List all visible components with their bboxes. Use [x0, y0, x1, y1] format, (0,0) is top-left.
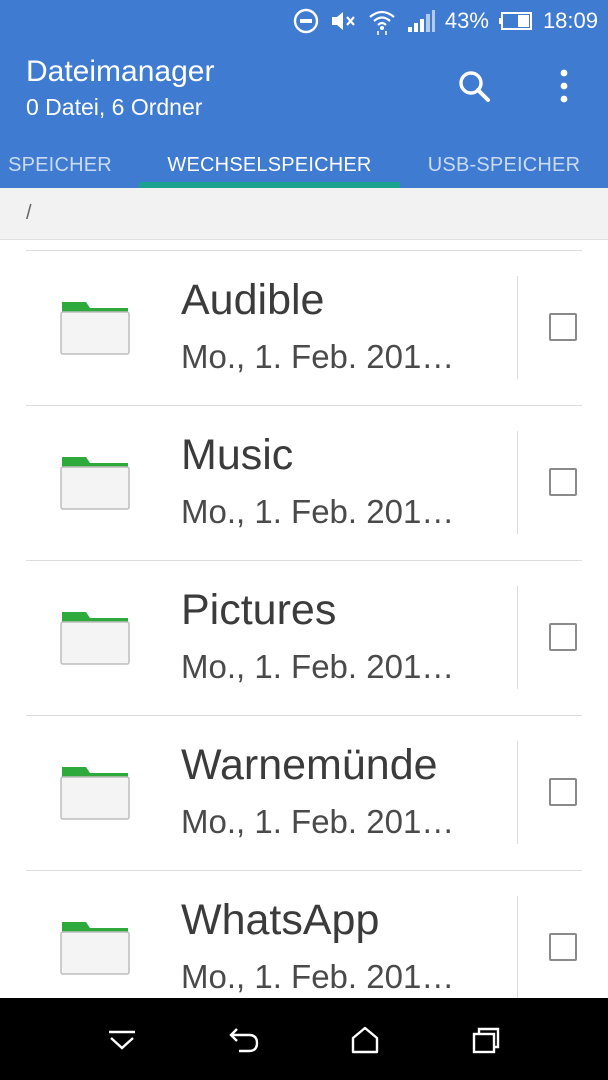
folder-icon [60, 922, 130, 975]
file-name: Music [181, 431, 294, 479]
file-date: Mo., 1. Feb. 201… [181, 648, 455, 685]
row-separator [26, 715, 582, 716]
back-icon [229, 1028, 259, 1053]
overflow-menu-icon [560, 69, 568, 103]
back-button[interactable] [222, 1018, 266, 1062]
app-subtitle: 0 Datei, 6 Ordner [26, 94, 203, 120]
row-divider [517, 586, 518, 689]
app-bar: Dateimanager 0 Datei, 6 Ordner SPEICHER … [0, 42, 608, 188]
select-checkbox[interactable] [549, 468, 577, 496]
dnd-icon [293, 8, 319, 34]
search-button[interactable] [452, 64, 496, 108]
breadcrumb-path: / [26, 202, 32, 224]
list-item[interactable]: Music Mo., 1. Feb. 201… [0, 405, 608, 560]
hide-nav-icon [109, 1030, 135, 1050]
list-item[interactable]: Pictures Mo., 1. Feb. 201… [0, 560, 608, 715]
recents-icon [472, 1027, 500, 1054]
file-date: Mo., 1. Feb. 201… [181, 803, 455, 840]
breadcrumb[interactable]: / [0, 188, 608, 240]
file-date: Mo., 1. Feb. 201… [181, 493, 455, 530]
app-title: Dateimanager [26, 55, 215, 88]
tab-speicher[interactable]: SPEICHER [0, 142, 120, 188]
navigation-bar [0, 998, 608, 1080]
battery-icon [498, 11, 533, 31]
file-name: Warnemünde [181, 741, 438, 789]
list-item[interactable]: WhatsApp Mo., 1. Feb. 201… [0, 870, 608, 998]
home-button[interactable] [343, 1018, 387, 1062]
list-item[interactable]: Audible Mo., 1. Feb. 201… [0, 250, 608, 405]
select-checkbox[interactable] [549, 778, 577, 806]
row-divider [517, 431, 518, 534]
signal-icon [407, 9, 435, 33]
row-divider [517, 741, 518, 844]
folder-icon [60, 457, 130, 510]
search-icon [459, 71, 490, 102]
file-date: Mo., 1. Feb. 201… [181, 958, 455, 995]
status-bar: 43% 18:09 [0, 0, 608, 42]
select-checkbox[interactable] [549, 313, 577, 341]
row-divider [517, 896, 518, 998]
folder-icon [60, 612, 130, 665]
folder-icon [60, 302, 130, 355]
row-divider [517, 276, 518, 379]
row-separator [26, 405, 582, 406]
file-date: Mo., 1. Feb. 201… [181, 338, 455, 375]
status-icons: 43% 18:09 [293, 0, 598, 42]
overflow-menu-button[interactable] [542, 64, 586, 108]
hide-nav-button[interactable] [100, 1018, 144, 1062]
tab-usb-speicher[interactable]: USB-SPEICHER [410, 142, 598, 188]
recents-button[interactable] [464, 1018, 508, 1062]
battery-percent: 43% [444, 8, 489, 33]
file-name: WhatsApp [181, 896, 380, 944]
folder-icon [60, 767, 130, 820]
file-list[interactable]: Audible Mo., 1. Feb. 201… Music Mo., 1. … [0, 240, 608, 998]
mute-icon [329, 8, 357, 34]
wifi-icon [367, 6, 397, 36]
select-checkbox[interactable] [549, 933, 577, 961]
list-item[interactable]: Warnemünde Mo., 1. Feb. 201… [0, 715, 608, 870]
file-name: Audible [181, 276, 325, 324]
select-checkbox[interactable] [549, 623, 577, 651]
row-separator [26, 560, 582, 561]
clock: 18:09 [542, 8, 598, 33]
file-name: Pictures [181, 586, 337, 634]
row-separator [26, 250, 582, 251]
row-separator [26, 870, 582, 871]
home-icon [351, 1026, 379, 1054]
